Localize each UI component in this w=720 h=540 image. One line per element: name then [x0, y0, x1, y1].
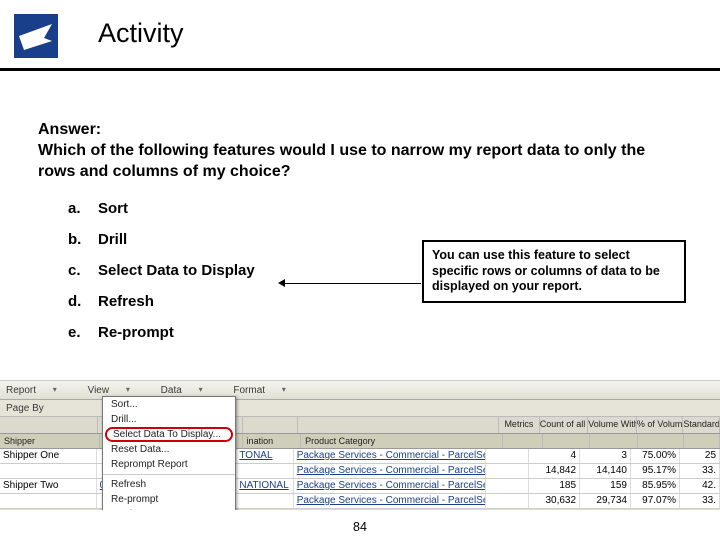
- toolbar-data[interactable]: Data ▾: [161, 385, 217, 396]
- callout-arrow-head: [278, 279, 285, 287]
- option-text: Refresh: [98, 293, 154, 310]
- question-text: Which of the following features would I …: [38, 142, 645, 180]
- page-number: 84: [0, 520, 720, 534]
- menu-item-drill[interactable]: Drill...: [103, 412, 235, 427]
- toolbar-format[interactable]: Format ▾: [233, 385, 299, 396]
- question-block: Answer: Which of the following features …: [38, 120, 678, 182]
- menu-item-re-prompt[interactable]: Re-prompt: [103, 492, 235, 507]
- menu-item-reset[interactable]: Reset Data...: [103, 442, 235, 457]
- menu-item-sort[interactable]: Sort...: [103, 397, 235, 412]
- option-letter: d.: [68, 293, 98, 310]
- menu-item-refresh[interactable]: Refresh: [103, 477, 235, 492]
- option-letter: a.: [68, 200, 98, 217]
- toolbar-report[interactable]: Report ▾: [6, 385, 71, 396]
- option-text: Select Data to Display: [98, 262, 255, 279]
- report-screenshot: Report ▾ View ▾ Data ▾ Format ▾ Page By …: [0, 380, 720, 510]
- slide-title: Activity: [98, 18, 184, 49]
- data-dropdown-menu: Sort... Drill... Select Data To Display.…: [102, 396, 236, 510]
- menu-item-reprompt-report[interactable]: Reprompt Report: [103, 457, 235, 472]
- option-text: Re-prompt: [98, 324, 174, 341]
- explanation-callout: You can use this feature to select speci…: [422, 240, 686, 303]
- menu-item-select-data[interactable]: Select Data To Display...: [105, 427, 233, 442]
- callout-arrow-line: [281, 283, 421, 284]
- answer-label: Answer:: [38, 121, 101, 138]
- slide-header: Activity: [0, 0, 720, 71]
- option-letter: b.: [68, 231, 98, 248]
- option-letter: c.: [68, 262, 98, 279]
- usps-eagle-logo: [14, 14, 58, 58]
- option-letter: e.: [68, 324, 98, 341]
- option-text: Sort: [98, 200, 128, 217]
- menu-item-totals[interactable]: Totals: [103, 507, 235, 510]
- toolbar-view[interactable]: View ▾: [88, 385, 144, 396]
- option-text: Drill: [98, 231, 127, 248]
